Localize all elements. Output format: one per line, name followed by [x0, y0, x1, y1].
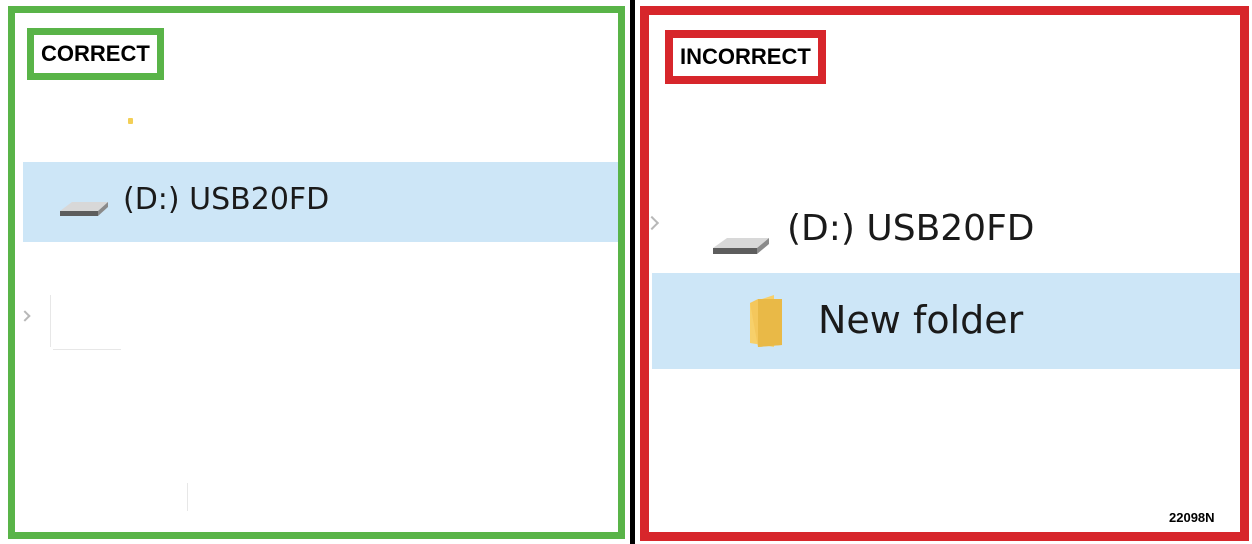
tree-guide-line: [187, 483, 188, 511]
quick-access-star-icon: [128, 118, 133, 124]
drive-icon: [713, 238, 769, 254]
tree-guide-line: [50, 295, 51, 347]
incorrect-example-panel: INCORRECT (D:) USB20FD New folder 22098N: [640, 6, 1249, 541]
figure-code: 22098N: [1169, 510, 1215, 525]
tree-guide-line: [53, 349, 121, 350]
incorrect-label: INCORRECT: [665, 30, 826, 84]
folder-label: New folder: [818, 298, 1024, 342]
folder-icon: [750, 295, 782, 347]
correct-label: CORRECT: [27, 28, 164, 80]
tree-item-drive-d[interactable]: (D:) USB20FD: [649, 190, 1240, 270]
drive-icon: [60, 202, 108, 216]
drive-label: (D:) USB20FD: [787, 208, 1035, 249]
drive-label: (D:) USB20FD: [123, 182, 330, 217]
tree-item-drive-d[interactable]: (D:) USB20FD: [23, 162, 618, 242]
correct-example-panel: CORRECT (D:) USB20FD: [8, 6, 625, 539]
tree-item-new-folder[interactable]: New folder: [652, 273, 1240, 369]
chevron-right-icon[interactable]: [19, 310, 31, 322]
panel-divider: [630, 0, 635, 544]
